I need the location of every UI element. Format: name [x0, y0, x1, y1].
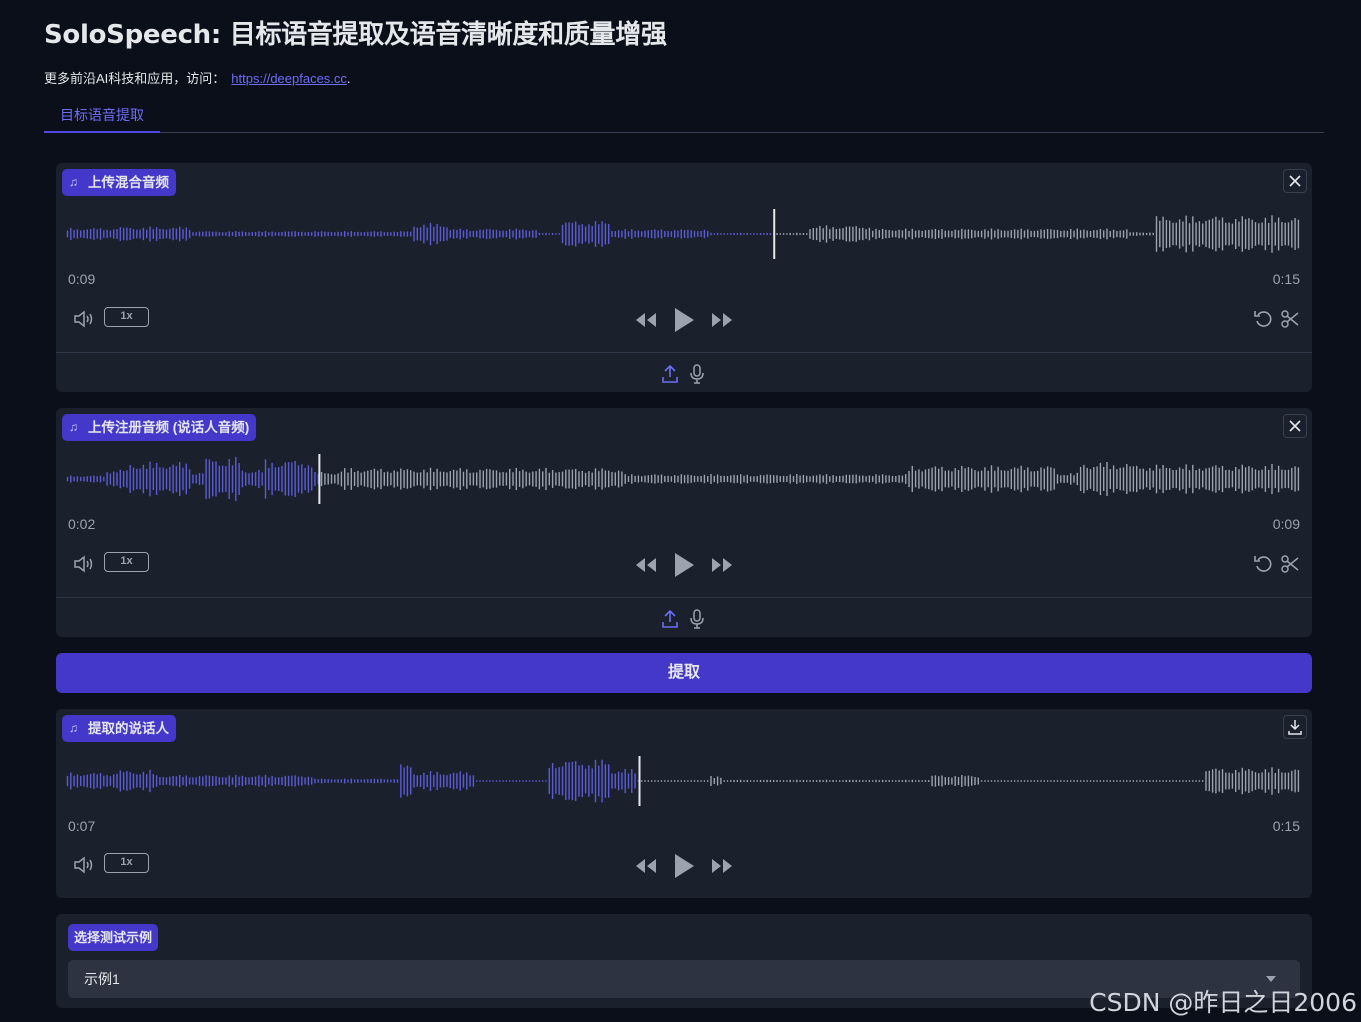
music-note-icon: ♫ — [69, 420, 78, 434]
download-button[interactable] — [1283, 715, 1307, 739]
microphone-icon[interactable] — [687, 363, 707, 385]
fast-forward-icon[interactable] — [710, 310, 734, 330]
rewind-icon[interactable] — [634, 856, 658, 876]
waveform[interactable] — [66, 204, 1302, 264]
playback-rate-button[interactable]: 1x — [104, 853, 149, 873]
current-time: 0:09 — [68, 271, 96, 287]
examples-label: 选择测试示例 — [68, 924, 159, 951]
volume-icon[interactable] — [72, 553, 96, 575]
waveform[interactable] — [66, 751, 1302, 811]
enrollment-audio-label: ♫ 上传注册音频 (说话人音频) — [62, 414, 257, 441]
source-selector — [56, 352, 1312, 392]
duration: 0:15 — [1272, 271, 1300, 287]
edit-controls — [1252, 553, 1302, 575]
upload-icon[interactable] — [660, 608, 680, 630]
subtitle-text: 更多前沿AI科技和应用，访问： — [44, 71, 226, 86]
trim-icon[interactable] — [1279, 308, 1301, 330]
playback-controls: 1x — [56, 851, 1312, 881]
volume-icon[interactable] — [72, 854, 96, 876]
duration: 0:15 — [1272, 818, 1300, 834]
clear-audio-button[interactable] — [1283, 414, 1307, 438]
example-selected: 示例1 — [84, 971, 120, 987]
current-time: 0:02 — [68, 516, 96, 532]
mixed-audio-label: ♫ 上传混合音频 — [62, 169, 176, 196]
current-time: 0:07 — [68, 818, 96, 834]
enrollment-audio-label-text: 上传注册音频 (说话人音频) — [88, 420, 250, 435]
mixed-audio-panel: ♫ 上传混合音频 0:09 0:15 1x — [56, 163, 1312, 392]
extracted-speaker-label-text: 提取的说话人 — [88, 721, 169, 736]
deepfaces-link[interactable]: https://deepfaces.cc — [231, 71, 347, 86]
playback-rate-button[interactable]: 1x — [104, 552, 149, 572]
source-selector — [56, 597, 1312, 637]
microphone-icon[interactable] — [687, 608, 707, 630]
download-icon — [1288, 720, 1302, 735]
watermark: CSDN @昨日之日2006 — [1089, 988, 1357, 1017]
music-note-icon: ♫ — [69, 175, 78, 189]
fast-forward-icon[interactable] — [710, 856, 734, 876]
tab-bar: 目标语音提取 — [44, 100, 1324, 133]
fast-forward-icon[interactable] — [710, 555, 734, 575]
undo-icon[interactable] — [1252, 553, 1274, 575]
music-note-icon: ♫ — [69, 721, 78, 735]
rewind-icon[interactable] — [634, 555, 658, 575]
subtitle-suffix: . — [346, 71, 351, 86]
duration: 0:09 — [1272, 516, 1300, 532]
source-icons — [660, 608, 710, 630]
playback-controls: 1x — [56, 305, 1312, 335]
tab-target-extraction[interactable]: 目标语音提取 — [44, 100, 160, 133]
page-title: SoloSpeech: 目标语音提取及语音清晰度和质量增强 — [44, 20, 667, 50]
playback-controls: 1x — [56, 550, 1312, 580]
close-icon — [1289, 420, 1301, 432]
source-icons — [660, 363, 710, 385]
page-subtitle: 更多前沿AI科技和应用，访问： https://deepfaces.cc. — [44, 68, 351, 87]
play-icon[interactable] — [672, 306, 696, 334]
extracted-speaker-label: ♫ 提取的说话人 — [62, 715, 176, 742]
upload-icon[interactable] — [660, 363, 680, 385]
waveform[interactable] — [66, 449, 1302, 509]
enrollment-audio-panel: ♫ 上传注册音频 (说话人音频) 0:02 0:09 1x — [56, 408, 1312, 637]
undo-icon[interactable] — [1252, 308, 1274, 330]
mixed-audio-label-text: 上传混合音频 — [88, 175, 169, 190]
transport — [634, 851, 734, 881]
rewind-icon[interactable] — [634, 310, 658, 330]
volume-icon[interactable] — [72, 308, 96, 330]
chevron-down-icon — [1266, 976, 1276, 982]
trim-icon[interactable] — [1279, 553, 1301, 575]
clear-audio-button[interactable] — [1283, 169, 1307, 193]
transport — [634, 305, 734, 335]
extract-button[interactable]: 提取 — [56, 653, 1312, 693]
edit-controls — [1252, 308, 1302, 330]
extracted-speaker-panel: ♫ 提取的说话人 0:07 0:15 1x — [56, 709, 1312, 898]
close-icon — [1289, 175, 1301, 187]
play-icon[interactable] — [672, 551, 696, 579]
transport — [634, 550, 734, 580]
playback-rate-button[interactable]: 1x — [104, 307, 149, 327]
play-icon[interactable] — [672, 852, 696, 880]
